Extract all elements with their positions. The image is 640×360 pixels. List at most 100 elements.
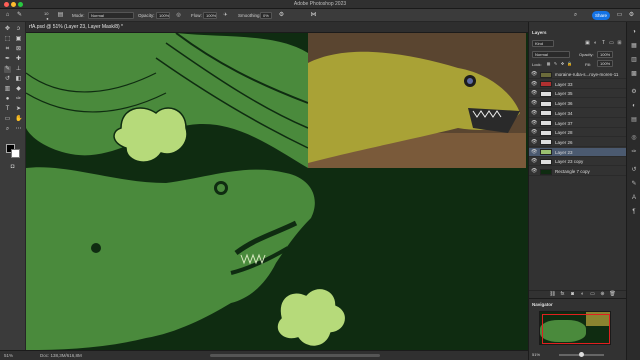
filter-adjustment-icon[interactable]: ◐ [592, 40, 599, 47]
visibility-eye-icon[interactable]: 👁 [531, 89, 538, 98]
horizontal-scrollbar[interactable] [210, 354, 380, 357]
healing-brush-icon[interactable]: ✚ [15, 56, 22, 63]
fill-field[interactable]: 100% [597, 60, 613, 67]
eraser-tool-icon[interactable]: ◧ [15, 76, 22, 83]
flow-field[interactable]: 100% [203, 12, 217, 19]
type-tool-icon[interactable]: T [4, 106, 11, 113]
eyedropper-tool-icon[interactable]: ✒ [4, 56, 11, 63]
lock-image-icon[interactable]: ✎ [552, 60, 559, 67]
pressure-opacity-icon[interactable]: ◎ [175, 12, 182, 19]
dodge-tool-icon[interactable]: ● [4, 96, 11, 103]
visibility-eye-icon[interactable]: 👁 [531, 70, 538, 79]
new-group-icon[interactable]: ▭ [589, 291, 596, 298]
navigator-view-box[interactable] [542, 314, 610, 344]
layer-row[interactable]: 👁 Layer 35 [529, 89, 627, 99]
home-icon[interactable]: ⌂ [4, 12, 11, 19]
visibility-eye-icon[interactable]: 👁 [531, 167, 538, 176]
gradients-panel-icon[interactable]: ▥ [630, 56, 638, 64]
visibility-eye-icon[interactable]: 👁 [531, 128, 538, 137]
properties-panel-icon[interactable]: ⚙ [630, 88, 638, 96]
stamp-tool-icon[interactable]: ⊥ [15, 66, 22, 73]
visibility-eye-icon[interactable]: 👁 [531, 157, 538, 166]
layer-row[interactable]: 👁 Layer 33 [529, 80, 627, 89]
layer-row[interactable]: 👁 Layer 26 [529, 138, 627, 147]
add-mask-icon[interactable]: ◙ [569, 291, 576, 298]
workspace-icon[interactable]: ▭ [616, 12, 623, 19]
mode-select[interactable]: Normal [88, 12, 134, 19]
layer-opacity-field[interactable]: 100% [597, 51, 613, 58]
lock-position-icon[interactable]: ✥ [559, 60, 566, 67]
filter-shape-icon[interactable]: ▭ [608, 40, 615, 47]
path-selection-icon[interactable]: ➤ [15, 106, 22, 113]
quick-mask-icon[interactable]: ◘ [9, 164, 16, 171]
gradient-tool-icon[interactable]: ▥ [4, 86, 11, 93]
link-layers-icon[interactable]: ⛓ [549, 291, 556, 298]
navigator-title[interactable]: Navigator [532, 302, 553, 307]
layer-row[interactable]: 👁 Layer 37 [529, 119, 627, 128]
filter-pixel-icon[interactable]: ▣ [584, 40, 591, 47]
brush-tool-icon[interactable]: ✎ [4, 66, 11, 73]
visibility-eye-icon[interactable]: 👁 [531, 80, 538, 89]
history-brush-icon[interactable]: ↺ [4, 76, 11, 83]
navigator-preview[interactable] [539, 311, 611, 345]
opacity-field[interactable]: 100% [156, 12, 170, 19]
document-tab[interactable]: rfA.psd @ 51% (Layer 23, Layer Mask/8) * [29, 24, 123, 30]
paths-panel-icon[interactable]: ✑ [630, 148, 638, 156]
channels-panel-icon[interactable]: ◎ [630, 134, 638, 142]
shape-tool-icon[interactable]: ▭ [4, 116, 11, 123]
document-canvas[interactable] [26, 33, 528, 350]
crop-tool-icon[interactable]: ⌗ [4, 46, 11, 53]
symmetry-icon[interactable]: ⋈ [310, 12, 317, 19]
brush-settings-icon[interactable]: ▤ [57, 12, 64, 19]
brush-tool-icon[interactable]: ✎ [16, 12, 23, 19]
swatches-panel-icon[interactable]: ▦ [630, 42, 638, 50]
marquee-tool-icon[interactable]: ⬚ [4, 36, 11, 43]
navigator-zoom[interactable]: 51% [532, 352, 540, 357]
search-icon[interactable]: ⌕ [572, 12, 579, 19]
paragraph-panel-icon[interactable]: ¶ [630, 208, 638, 216]
smoothing-field[interactable]: 0% [260, 12, 272, 19]
zoom-tool-icon[interactable]: ⌕ [4, 126, 11, 133]
layer-row[interactable]: 👁 Rectangle 7 copy [529, 167, 627, 176]
filter-smart-object-icon[interactable]: ⊞ [616, 40, 623, 47]
visibility-eye-icon[interactable]: 👁 [531, 138, 538, 147]
more-tools-icon[interactable]: ⋯ [15, 126, 22, 133]
blur-tool-icon[interactable]: ◆ [15, 86, 22, 93]
blend-mode-select[interactable]: Normal [532, 51, 570, 58]
background-color-swatch[interactable] [11, 149, 20, 158]
layer-row[interactable]: 👁 Layer 28 [529, 128, 627, 138]
delete-layer-icon[interactable]: 🗑 [609, 291, 616, 298]
lock-all-icon[interactable]: 🔒 [566, 60, 573, 67]
share-button[interactable]: Share [592, 11, 610, 20]
layer-style-icon[interactable]: fx [559, 291, 566, 298]
zoom-level[interactable]: 51% [4, 353, 13, 358]
lasso-tool-icon[interactable]: ↄ [15, 26, 22, 33]
history-panel-icon[interactable]: ↺ [630, 166, 638, 174]
brush-preset-picker[interactable]: ● [44, 15, 51, 22]
adjustment-layer-icon[interactable]: ◐ [579, 291, 586, 298]
layer-filter-kind[interactable]: Kind [532, 40, 554, 47]
visibility-eye-icon[interactable]: 👁 [531, 148, 538, 157]
layer-row[interactable]: 👁 Layer 36 [529, 99, 627, 109]
smoothing-options-icon[interactable]: ⚙ [278, 12, 285, 19]
frame-tool-icon[interactable]: ⊠ [15, 46, 22, 53]
libraries-panel-icon[interactable]: ▤ [630, 116, 638, 124]
visibility-eye-icon[interactable]: 👁 [531, 119, 538, 128]
adjustments-panel-icon[interactable]: ◐ [630, 102, 638, 110]
layer-row[interactable]: 👁 Layer 23 [529, 147, 627, 157]
navigator-zoom-handle[interactable] [579, 352, 584, 357]
hand-tool-icon[interactable]: ✋ [15, 116, 22, 123]
color-panel-icon[interactable]: ◑ [630, 28, 638, 36]
pen-tool-icon[interactable]: ✑ [15, 96, 22, 103]
visibility-eye-icon[interactable]: 👁 [531, 99, 538, 108]
settings-icon[interactable]: ⚙ [628, 12, 635, 19]
new-layer-icon[interactable]: ⊕ [599, 291, 606, 298]
character-panel-icon[interactable]: A [630, 194, 638, 202]
move-tool-icon[interactable]: ✥ [4, 26, 11, 33]
patterns-panel-icon[interactable]: ▩ [630, 70, 638, 78]
brushes-panel-icon[interactable]: ✎ [630, 180, 638, 188]
lock-transparent-icon[interactable]: ▦ [545, 60, 552, 67]
airbrush-icon[interactable]: ✈ [222, 12, 229, 19]
visibility-eye-icon[interactable]: 👁 [531, 109, 538, 118]
layers-panel-title[interactable]: Layers [532, 30, 547, 35]
